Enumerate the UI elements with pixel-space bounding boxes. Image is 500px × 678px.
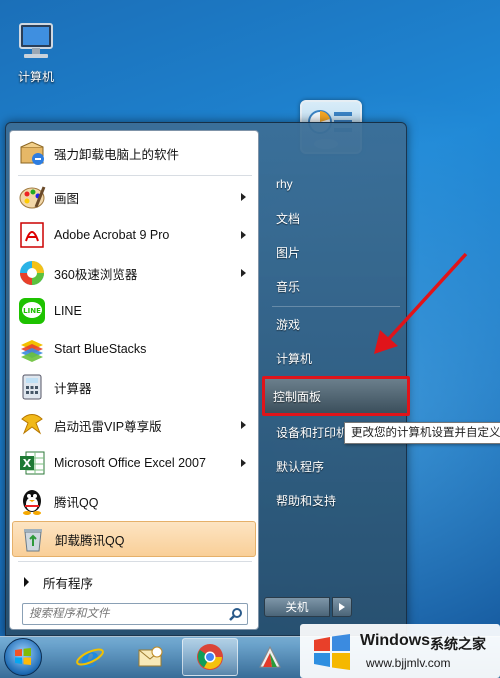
submenu-arrow-icon[interactable] — [241, 231, 246, 239]
submenu-arrow-icon[interactable] — [241, 459, 246, 467]
right-item-label: 音乐 — [276, 279, 301, 294]
right-item-control-panel[interactable]: 控制面板 — [262, 376, 410, 416]
right-item-help-support[interactable]: 帮助和支持 — [268, 485, 400, 515]
program-label: Start BlueStacks — [54, 342, 147, 356]
divider — [18, 561, 252, 562]
calculator-icon — [16, 371, 48, 403]
expand-arrow-icon — [24, 577, 29, 587]
right-item-default-programs[interactable]: 默认程序 — [268, 451, 400, 481]
360-browser-icon — [16, 257, 48, 289]
qq-penguin-icon — [16, 485, 48, 517]
desktop-computer-shortcut[interactable]: 计算机 — [8, 22, 64, 85]
divider — [18, 175, 252, 176]
chrome-icon[interactable] — [182, 638, 238, 676]
program-item-xunlei[interactable]: 启动迅雷VIP尊享版 — [12, 407, 256, 443]
program-label: LINE — [54, 304, 82, 318]
paint-palette-icon — [16, 181, 48, 213]
program-label: 卸载腾讯QQ — [55, 533, 125, 548]
line-app-icon: LINE — [16, 295, 48, 327]
program-item-uninstall-qq[interactable]: 卸载腾讯QQ — [12, 521, 256, 557]
uninstall-box-icon — [16, 137, 48, 169]
excel-icon: X — [16, 447, 48, 479]
submenu-arrow-icon[interactable] — [241, 421, 246, 429]
xunlei-icon — [16, 409, 48, 441]
windows-logo-icon — [314, 634, 350, 670]
recycle-bin-icon — [17, 523, 49, 555]
watermark-subtitle: 系统之家 — [430, 637, 486, 653]
right-item-label: 帮助和支持 — [276, 493, 337, 508]
program-item-bluestacks[interactable]: Start BlueStacks — [12, 331, 256, 367]
program-item-line[interactable]: LINE LINE — [12, 293, 256, 329]
program-label: 计算器 — [54, 381, 92, 396]
program-item-excel-2007[interactable]: X Microsoft Office Excel 2007 — [12, 445, 256, 481]
svg-text:X: X — [23, 457, 32, 470]
right-item-label: 文档 — [276, 211, 301, 226]
submenu-arrow-icon[interactable] — [241, 269, 246, 277]
search-input[interactable] — [23, 604, 225, 624]
right-item-label: 设备和打印机 — [276, 425, 349, 440]
all-programs-label: 所有程序 — [43, 576, 94, 591]
svg-text:e: e — [81, 642, 99, 672]
start-menu: 强力卸载电脑上的软件 画图 Adobe Acrobat 9 Pro 360极速浏… — [5, 122, 410, 636]
submenu-arrow-icon[interactable] — [241, 193, 246, 201]
mail-icon[interactable] — [122, 638, 178, 676]
watermark-url: www.bjjmlv.com — [366, 656, 451, 670]
windows-start-orb-icon[interactable] — [4, 638, 42, 676]
programs-pane: 强力卸载电脑上的软件 画图 Adobe Acrobat 9 Pro 360极速浏… — [9, 130, 259, 630]
program-label: Microsoft Office Excel 2007 — [54, 456, 206, 470]
shutdown-button[interactable]: 关机 — [264, 597, 330, 617]
all-programs-button[interactable]: 所有程序 — [12, 569, 256, 595]
program-item-qq[interactable]: 腾讯QQ — [12, 483, 256, 519]
program-item-paint[interactable]: 画图 — [12, 179, 256, 215]
watermark-title: Windows — [360, 632, 431, 649]
right-item-user[interactable]: rhy — [268, 169, 400, 199]
photo-app-icon[interactable] — [242, 638, 298, 676]
red-arrow-annotation — [370, 250, 470, 364]
right-item-label: rhy — [276, 177, 293, 191]
bluestacks-icon — [16, 333, 48, 365]
right-item-label: 游戏 — [276, 317, 301, 332]
internet-explorer-icon[interactable]: e — [62, 638, 118, 676]
program-label: 强力卸载电脑上的软件 — [54, 147, 180, 162]
program-item-calculator[interactable]: 计算器 — [12, 369, 256, 405]
program-label: Adobe Acrobat 9 Pro — [54, 228, 170, 242]
computer-icon — [14, 22, 58, 62]
control-panel-tooltip: 更改您的计算机设置并自定义 — [344, 422, 500, 444]
shutdown-options-arrow-icon[interactable] — [332, 597, 352, 617]
program-item-adobe-acrobat[interactable]: Adobe Acrobat 9 Pro — [12, 217, 256, 253]
search-box[interactable] — [22, 603, 248, 625]
right-item-label: 计算机 — [276, 351, 313, 366]
program-item-uninstaller[interactable]: 强力卸载电脑上的软件 — [12, 135, 256, 171]
program-label: 启动迅雷VIP尊享版 — [54, 419, 162, 434]
places-pane: rhy 文档 图片 音乐 游戏 计算机 控制面板 设备和打印机 默认程序 帮助和… — [262, 163, 410, 623]
svg-text:LINE: LINE — [23, 307, 41, 315]
desktop-computer-label: 计算机 — [17, 70, 54, 84]
program-label: 画图 — [54, 191, 80, 206]
adobe-acrobat-icon — [16, 219, 48, 251]
right-item-documents[interactable]: 文档 — [268, 203, 400, 233]
right-item-label: 控制面板 — [273, 389, 322, 404]
right-item-label: 图片 — [276, 245, 301, 260]
shutdown-group: 关机 — [264, 597, 354, 617]
program-item-360-browser[interactable]: 360极速浏览器 — [12, 255, 256, 291]
right-item-label: 默认程序 — [276, 459, 325, 474]
program-label: 腾讯QQ — [54, 495, 99, 510]
site-watermark: Windows 系统之家 www.bjjmlv.com — [300, 624, 500, 678]
search-icon[interactable] — [225, 604, 247, 624]
program-label: 360极速浏览器 — [54, 267, 138, 282]
